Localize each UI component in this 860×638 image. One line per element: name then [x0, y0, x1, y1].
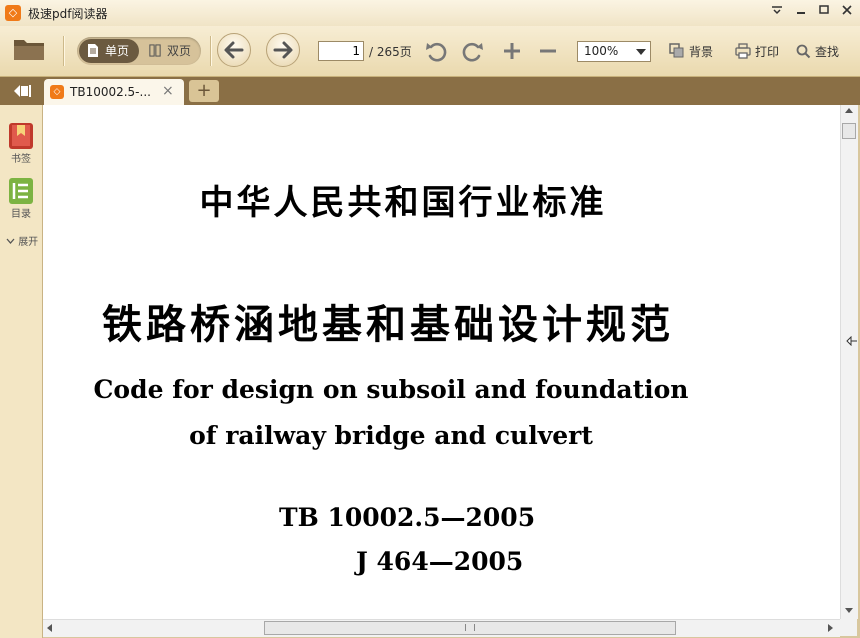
- view-mode-toggle: 单页 双页: [77, 37, 201, 65]
- sidebar-toggle-button[interactable]: [3, 80, 39, 102]
- horizontal-scroll-thumb[interactable]: [264, 621, 676, 635]
- tab-close-icon[interactable]: ×: [162, 83, 174, 99]
- left-sidebar: 书签 目录 展开: [0, 105, 43, 638]
- bookmarks-button[interactable]: 书签: [0, 122, 42, 165]
- standard-code-tb: TB 10002.5—2005: [279, 503, 536, 532]
- standard-code-j: J 464—2005: [356, 547, 524, 576]
- chevron-down-icon: [636, 49, 646, 55]
- document-title: 铁路桥涵地基和基础设计规范: [102, 302, 674, 348]
- collapse-sidebar-icon: [14, 85, 31, 97]
- scroll-right-icon[interactable]: [828, 624, 833, 632]
- bookmark-icon: [9, 123, 33, 149]
- panel-collapse-handle-icon[interactable]: [846, 336, 858, 346]
- minimize-button[interactable]: [790, 3, 812, 21]
- find-label: 查找: [815, 45, 840, 59]
- new-tab-button[interactable]: +: [189, 80, 219, 102]
- tab-strip: ◇ TB10002.5-... × +: [0, 77, 860, 105]
- scroll-up-icon[interactable]: [845, 108, 853, 113]
- search-icon: [796, 44, 811, 59]
- expand-button[interactable]: 展开: [6, 233, 38, 248]
- tab-document[interactable]: ◇ TB10002.5-... ×: [44, 79, 184, 105]
- window-title: 极速pdf阅读器: [28, 7, 108, 21]
- vertical-scroll-thumb[interactable]: [842, 123, 856, 139]
- expand-label: 展开: [18, 237, 39, 248]
- document-english-title-line1: Code for design on subsoil and foundatio…: [93, 375, 689, 404]
- scroll-grip-icon: [465, 624, 475, 631]
- zoom-out-icon[interactable]: [536, 40, 560, 62]
- pdf-file-icon: ◇: [50, 85, 64, 99]
- maximize-button[interactable]: [813, 3, 835, 21]
- bookmarks-label: 书签: [11, 154, 31, 165]
- arrow-right-icon: [273, 41, 293, 59]
- background-label: 背景: [689, 45, 714, 59]
- zoom-in-icon[interactable]: [500, 40, 524, 62]
- maximize-icon: [819, 5, 829, 14]
- minimize-icon: [797, 12, 805, 14]
- print-label: 打印: [755, 45, 780, 59]
- page-number-input[interactable]: [318, 41, 364, 61]
- vertical-scrollbar[interactable]: [840, 105, 858, 619]
- rotate-left-icon[interactable]: [425, 40, 449, 62]
- menu-icon: [772, 6, 782, 15]
- rotate-right-icon[interactable]: [460, 40, 484, 62]
- toc-button[interactable]: 目录: [0, 177, 42, 220]
- toolbar: 单页 双页 / 265页 100% 背景 打印: [0, 26, 860, 77]
- chevron-down-icon: [6, 238, 15, 244]
- printer-icon: [735, 43, 751, 59]
- menu-dropdown-button[interactable]: [766, 3, 788, 21]
- scrollbar-corner: [840, 619, 857, 636]
- zoom-value: 100%: [584, 44, 619, 58]
- double-page-button[interactable]: 双页: [141, 39, 199, 63]
- next-page-button[interactable]: [266, 33, 300, 67]
- page-total: / 265页: [369, 45, 412, 59]
- app-logo-icon: ◇: [5, 5, 21, 21]
- scroll-left-icon[interactable]: [47, 624, 52, 632]
- toolbar-divider: [210, 36, 212, 66]
- document-header: 中华人民共和国行业标准: [199, 183, 607, 223]
- open-file-icon[interactable]: [13, 37, 45, 61]
- horizontal-scrollbar[interactable]: [43, 619, 840, 637]
- double-page-label: 双页: [167, 44, 192, 58]
- single-page-button[interactable]: 单页: [79, 39, 139, 63]
- close-icon: [842, 5, 852, 15]
- arrow-left-icon: [224, 41, 244, 59]
- scroll-down-icon[interactable]: [845, 608, 853, 613]
- title-bar: ◇ 极速pdf阅读器: [0, 0, 860, 27]
- close-window-button[interactable]: [836, 3, 858, 21]
- single-page-icon: [88, 44, 98, 57]
- double-page-icon: [149, 44, 161, 57]
- tab-label: TB10002.5-...: [70, 85, 151, 99]
- toc-label: 目录: [11, 209, 31, 220]
- single-page-label: 单页: [105, 44, 130, 58]
- table-of-contents-icon: [9, 178, 33, 204]
- toolbar-divider: [63, 36, 65, 66]
- document-viewport[interactable]: 中华人民共和国行业标准 铁路桥涵地基和基础设计规范 Code for desig…: [43, 105, 840, 619]
- zoom-select[interactable]: 100%: [577, 41, 651, 62]
- document-english-title-line2: of railway bridge and culvert: [189, 421, 593, 450]
- background-icon: [669, 43, 684, 58]
- previous-page-button[interactable]: [217, 33, 251, 67]
